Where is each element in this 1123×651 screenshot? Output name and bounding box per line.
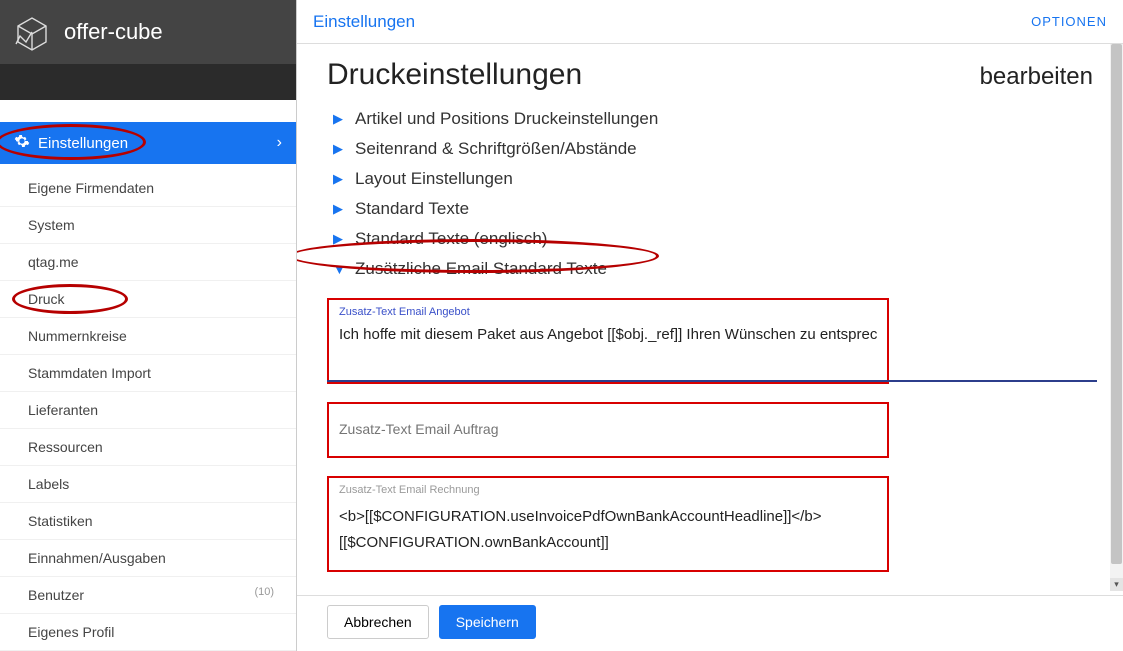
scrollbar[interactable] bbox=[1110, 44, 1123, 591]
main: Einstellungen OPTIONEN Druckeinstellunge… bbox=[296, 0, 1123, 651]
page-title: Druckeinstellungen bbox=[327, 58, 582, 92]
footer: Abbrechen Speichern bbox=[297, 595, 1123, 651]
benutzer-badge: (10) bbox=[254, 586, 274, 598]
sidebar-item-druck[interactable]: Druck bbox=[0, 281, 296, 318]
sidebar-item-labels[interactable]: Labels bbox=[0, 466, 296, 503]
accordion-zusatz-email[interactable]: ▼ Zusätzliche Email Standard Texte bbox=[327, 254, 1093, 284]
sidebar: offer-cube Einstellungen › Eigene Firmen… bbox=[0, 0, 296, 651]
field-underline bbox=[327, 380, 1097, 382]
field-rechnung-input[interactable] bbox=[339, 500, 877, 559]
search-bar[interactable] bbox=[0, 64, 296, 100]
topbar-title: Einstellungen bbox=[313, 12, 415, 32]
field-auftrag bbox=[327, 402, 889, 458]
field-auftrag-input[interactable] bbox=[339, 417, 877, 441]
sidebar-item-statistiken[interactable]: Statistiken bbox=[0, 503, 296, 540]
sidebar-item-stammdaten-import[interactable]: Stammdaten Import bbox=[0, 355, 296, 392]
field-angebot-input[interactable] bbox=[339, 322, 877, 347]
accordion-standard-texte-en[interactable]: ▶ Standard Texte (englisch) bbox=[327, 224, 1093, 254]
chevron-right-icon: › bbox=[277, 134, 282, 152]
sidebar-active-label: Einstellungen bbox=[38, 135, 128, 152]
caret-down-icon: ▼ bbox=[333, 262, 347, 277]
sidebar-item-einstellungen[interactable]: Einstellungen › bbox=[0, 122, 296, 164]
scroll-down-button[interactable]: ▾ bbox=[1110, 578, 1123, 591]
sidebar-item-qtag-me[interactable]: qtag.me bbox=[0, 244, 296, 281]
page-action-edit[interactable]: bearbeiten bbox=[980, 63, 1093, 91]
field-rechnung-label: Zusatz-Text Email Rechnung bbox=[339, 484, 877, 496]
cancel-button[interactable]: Abbrechen bbox=[327, 605, 429, 639]
field-angebot: Zusatz-Text Email Angebot bbox=[327, 298, 889, 384]
sidebar-item-ressourcen[interactable]: Ressourcen bbox=[0, 429, 296, 466]
topbar: Einstellungen OPTIONEN bbox=[297, 0, 1123, 44]
sidebar-item-eigenes-profil[interactable]: Eigenes Profil bbox=[0, 614, 296, 651]
accordion-standard-texte[interactable]: ▶ Standard Texte bbox=[327, 194, 1093, 224]
accordion-seitenrand[interactable]: ▶ Seitenrand & Schriftgrößen/Abstände bbox=[327, 134, 1093, 164]
sidebar-item-einnahmen-ausgaben[interactable]: Einnahmen/Ausgaben bbox=[0, 540, 296, 577]
brand-logo-icon bbox=[12, 12, 52, 52]
caret-right-icon: ▶ bbox=[333, 231, 347, 247]
caret-right-icon: ▶ bbox=[333, 201, 347, 217]
accordion-artikel[interactable]: ▶ Artikel und Positions Druckeinstellung… bbox=[327, 104, 1093, 134]
save-button[interactable]: Speichern bbox=[439, 605, 536, 639]
sidebar-item-lieferanten[interactable]: Lieferanten bbox=[0, 392, 296, 429]
sidebar-item-eigene-firmendaten[interactable]: Eigene Firmendaten bbox=[0, 170, 296, 207]
sidebar-item-benutzer[interactable]: Benutzer (10) bbox=[0, 577, 296, 614]
sidebar-sublist: Eigene Firmendaten System qtag.me Druck … bbox=[0, 164, 296, 651]
sidebar-item-system[interactable]: System bbox=[0, 207, 296, 244]
topbar-options[interactable]: OPTIONEN bbox=[1031, 14, 1107, 29]
brand-bar: offer-cube bbox=[0, 0, 296, 64]
field-rechnung: Zusatz-Text Email Rechnung bbox=[327, 476, 889, 572]
sidebar-item-nummernkreise[interactable]: Nummernkreise bbox=[0, 318, 296, 355]
accordion-layout[interactable]: ▶ Layout Einstellungen bbox=[327, 164, 1093, 194]
brand-name: offer-cube bbox=[64, 19, 163, 45]
content: Druckeinstellungen bearbeiten ▶ Artikel … bbox=[297, 44, 1123, 595]
caret-right-icon: ▶ bbox=[333, 111, 347, 127]
scrollbar-thumb[interactable] bbox=[1111, 44, 1122, 564]
caret-right-icon: ▶ bbox=[333, 141, 347, 157]
gear-icon bbox=[14, 133, 30, 153]
caret-right-icon: ▶ bbox=[333, 171, 347, 187]
field-angebot-label: Zusatz-Text Email Angebot bbox=[339, 306, 877, 318]
